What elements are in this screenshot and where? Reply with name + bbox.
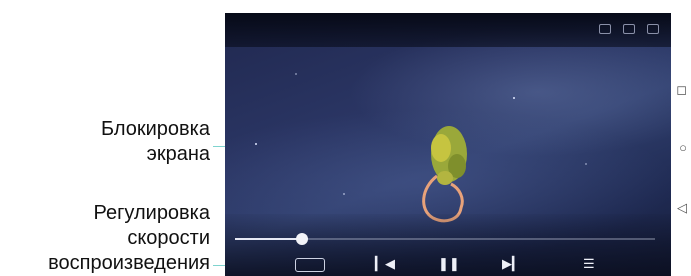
playback-speed-callout: Регулировка скорости воспроизведения bbox=[48, 201, 210, 276]
callout-text: экрана bbox=[146, 143, 210, 165]
callout-text: Регулировка bbox=[93, 202, 210, 224]
side-button-icon: ○ bbox=[679, 140, 687, 155]
seek-bar-thumb[interactable] bbox=[296, 233, 309, 245]
pause-icon[interactable]: ❚❚ bbox=[438, 256, 460, 272]
controls-row: ▎◀ ❚❚ ▶▎ ☰ bbox=[225, 254, 671, 276]
star bbox=[513, 97, 515, 99]
seek-bar-progress bbox=[235, 238, 303, 240]
star bbox=[343, 193, 345, 195]
screen-lock-callout: Блокировка экрана bbox=[101, 117, 210, 167]
top-icons bbox=[599, 24, 659, 34]
playback-speed-button[interactable] bbox=[295, 258, 325, 272]
cast-icon[interactable] bbox=[647, 24, 659, 34]
star bbox=[255, 143, 257, 145]
playback-controls-bar: ▎◀ ❚❚ ▶▎ ☰ bbox=[225, 214, 671, 276]
star bbox=[295, 73, 297, 75]
callout-text: скорости bbox=[127, 227, 210, 249]
top-bar bbox=[225, 13, 671, 47]
video-player-screen[interactable]: ▎◀ ❚❚ ▶▎ ☰ bbox=[225, 13, 671, 276]
more-icon[interactable] bbox=[623, 24, 635, 34]
island-image bbox=[422, 126, 467, 223]
skip-next-icon[interactable]: ▶▎ bbox=[502, 256, 522, 272]
callout-text: Блокировка bbox=[100, 118, 210, 140]
subtitle-icon[interactable] bbox=[599, 24, 611, 34]
side-button-icon: ◻ bbox=[676, 82, 687, 97]
star bbox=[585, 163, 587, 165]
side-back-icon: ◁ bbox=[677, 200, 687, 215]
playlist-icon[interactable]: ☰ bbox=[583, 256, 595, 272]
seek-bar[interactable] bbox=[235, 233, 655, 245]
skip-previous-icon[interactable]: ▎◀ bbox=[375, 256, 395, 272]
callout-text: воспроизведения bbox=[48, 252, 210, 274]
